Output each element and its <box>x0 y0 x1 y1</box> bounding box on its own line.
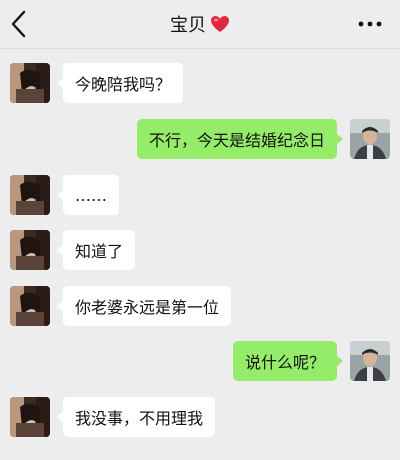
message-bubble-incoming[interactable]: …… <box>57 175 119 215</box>
message-bubble-incoming[interactable]: 知道了 <box>56 230 136 270</box>
heart-icon <box>210 15 230 33</box>
contact-avatar[interactable] <box>10 175 50 215</box>
back-button[interactable] <box>6 6 36 42</box>
contact-avatar[interactable] <box>10 63 50 103</box>
contact-avatar[interactable] <box>10 397 50 437</box>
chat-title: 宝贝 <box>170 15 206 36</box>
my-avatar[interactable] <box>350 119 390 159</box>
contact-avatar[interactable] <box>10 286 50 326</box>
message-bubble-outgoing[interactable]: 不行，今天是结婚纪念日 <box>136 119 344 159</box>
message-bubble-incoming[interactable]: 你老婆永远是第一位 <box>56 286 232 326</box>
message-bubble-incoming[interactable]: 今晚陪我吗？ <box>56 63 184 103</box>
chevron-left-icon <box>11 10 26 38</box>
message-bubble-incoming[interactable]: 我没事，不用理我 <box>56 397 216 437</box>
message-bubble-outgoing[interactable]: 说什么呢？ <box>232 341 344 381</box>
more-dots-icon <box>358 21 382 27</box>
more-options-button[interactable] <box>356 12 384 36</box>
chat-header: 宝贝 <box>0 0 400 49</box>
contact-avatar[interactable] <box>10 230 50 270</box>
chat-title-area: 宝贝 <box>0 0 400 48</box>
my-avatar[interactable] <box>350 341 390 381</box>
chat-screen: 宝贝 今晚陪我吗？ 不行，今天是结婚纪念日 …… 知道了 你老婆永远是第一位 说… <box>0 0 400 460</box>
